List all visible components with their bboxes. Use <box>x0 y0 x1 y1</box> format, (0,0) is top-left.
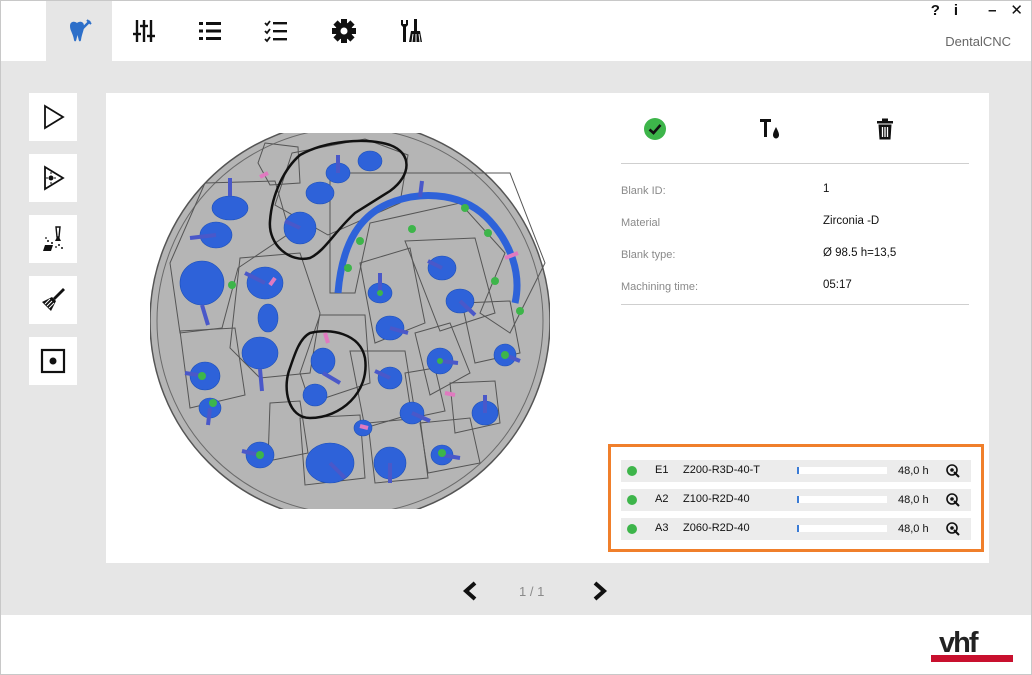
app-window: ? i – ✕ DentalCNC Blank ID: 1 Material Z… <box>0 0 1032 675</box>
tool-life: 48,0 h <box>898 494 929 506</box>
nav-settings-sliders[interactable] <box>111 1 177 61</box>
info-label: Blank type: <box>621 249 676 261</box>
info-label: Blank ID: <box>621 185 666 197</box>
tool-life-bar-fill <box>797 525 799 532</box>
tool-name: Z200-R3D-40-T <box>683 464 761 476</box>
clean-spray-icon <box>43 226 63 251</box>
sidebar-item-center[interactable] <box>29 337 77 385</box>
tool-row[interactable]: E1 Z200-R3D-40-T 48,0 h <box>621 460 971 482</box>
tool-row[interactable]: A2 Z100-R2D-40 48,0 h <box>621 489 971 511</box>
info-button[interactable]: i <box>954 3 958 19</box>
nav-checklist[interactable] <box>243 1 309 61</box>
top-navigation: ? i – ✕ DentalCNC <box>1 1 1031 61</box>
close-button[interactable]: ✕ <box>1010 3 1023 19</box>
delete-button[interactable] <box>871 115 899 143</box>
chevron-left-icon[interactable] <box>461 581 479 601</box>
info-row-blank-id: Blank ID: 1 <box>621 183 969 205</box>
tool-row[interactable]: A3 Z060-R2D-40 48,0 h <box>621 518 971 540</box>
trash-icon <box>877 118 893 140</box>
info-value: 05:17 <box>823 279 852 291</box>
nav-gear[interactable] <box>311 1 377 61</box>
info-label: Material <box>621 217 661 229</box>
play-icon <box>44 104 65 130</box>
info-row-machining-time: Machining time: 05:17 <box>621 279 969 301</box>
sidebar-item-clean[interactable] <box>29 215 77 263</box>
tool-locate-icon[interactable] <box>945 492 961 508</box>
app-title: DentalCNC <box>945 34 1011 49</box>
sliders-icon <box>133 20 155 42</box>
job-actions <box>621 115 951 145</box>
tool-slot: A2 <box>655 493 669 505</box>
logo-accent-bar <box>931 655 1013 662</box>
play-laser-icon <box>44 165 65 191</box>
pager: 1 / 1 <box>461 579 611 603</box>
gear-icon <box>332 19 356 43</box>
minimize-button[interactable]: – <box>988 3 996 19</box>
nav-list[interactable] <box>177 1 243 61</box>
page-indicator: 1 / 1 <box>519 584 545 599</box>
list-icon <box>199 22 221 40</box>
info-value: 1 <box>823 183 830 195</box>
window-controls: ? i – ✕ <box>931 3 1023 19</box>
tool-name: Z100-R2D-40 <box>683 493 750 505</box>
tool-water-icon <box>760 119 779 139</box>
tool-locate-icon[interactable] <box>945 521 961 537</box>
tool-life: 48,0 h <box>898 523 929 535</box>
tool-slot: A3 <box>655 522 669 534</box>
tooth-tool-icon <box>70 19 92 42</box>
nav-machining[interactable] <box>46 1 112 61</box>
sidebar-item-start-measure[interactable] <box>29 154 77 202</box>
tool-status-dot <box>627 524 637 534</box>
tool-name: Z060-R2D-40 <box>683 522 750 534</box>
info-label: Machining time: <box>621 281 699 293</box>
tool-slot: E1 <box>655 464 669 476</box>
tool-status-dot <box>627 466 637 476</box>
tool-life-bar <box>797 525 887 532</box>
tool-life-bar-fill <box>797 467 799 474</box>
sidebar-item-start[interactable] <box>29 93 77 141</box>
chevron-right-icon[interactable] <box>591 581 609 601</box>
info-row-blank-type: Blank type: Ø 98.5 h=13,5 <box>621 247 969 269</box>
tool-status-dot <box>627 495 637 505</box>
tool-list: E1 Z200-R3D-40-T 48,0 h A2 Z100-R2D-40 4… <box>608 444 984 552</box>
tools-icon <box>401 19 422 43</box>
tool-water-button[interactable] <box>756 115 784 143</box>
help-button[interactable]: ? <box>931 3 940 19</box>
info-row-material: Material Zirconia -D <box>621 215 969 237</box>
info-divider-top <box>621 163 969 164</box>
checklist-icon <box>264 20 287 43</box>
brush-icon <box>42 288 65 311</box>
check-circle-icon <box>644 118 666 140</box>
brand-logo: vhf <box>931 627 1013 663</box>
info-value: Zirconia -D <box>823 215 880 227</box>
tool-life-bar-fill <box>797 496 799 503</box>
confirm-button[interactable] <box>641 115 669 143</box>
sidebar <box>29 93 77 385</box>
tool-locate-icon[interactable] <box>945 463 961 479</box>
tool-life-bar <box>797 496 887 503</box>
sidebar-item-brush[interactable] <box>29 276 77 324</box>
nav-tools[interactable] <box>378 1 444 61</box>
info-divider-bottom <box>621 304 969 305</box>
info-value: Ø 98.5 h=13,5 <box>823 247 897 259</box>
blank-3d-view[interactable] <box>150 133 550 509</box>
center-target-icon <box>40 348 66 374</box>
tool-life-bar <box>797 467 887 474</box>
tool-life: 48,0 h <box>898 465 929 477</box>
